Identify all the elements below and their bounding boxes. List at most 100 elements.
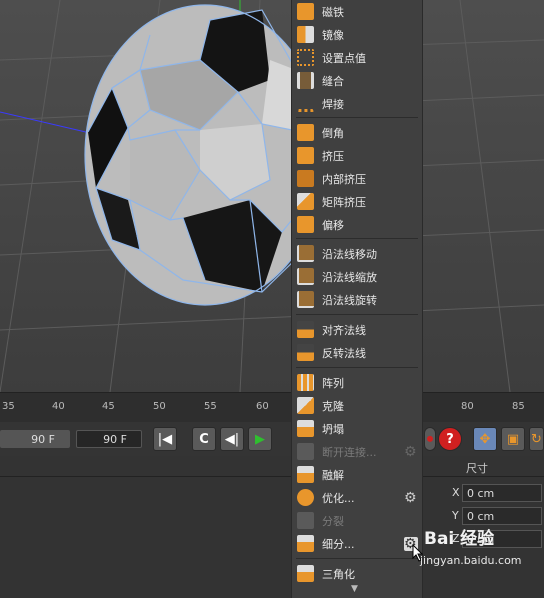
optimize-settings-gear-icon[interactable]: ⚙	[404, 491, 418, 505]
help-button[interactable]: ?	[438, 427, 462, 451]
clone-icon	[297, 397, 314, 414]
previous-key-button[interactable]: ◀|	[220, 427, 244, 451]
normal-scale-icon	[297, 268, 314, 285]
animation-toolbar: 90 F 90 F |◀ C ◀| ▶ ⏺ ? ✥ ▣ ↻	[0, 422, 544, 457]
rotate-tool-button[interactable]: ↻	[529, 427, 544, 451]
menu-item-label: 磁铁	[322, 6, 344, 19]
size-y-field[interactable]: 0 cm	[462, 507, 542, 525]
menu-item-bevel[interactable]: 倒角	[292, 121, 422, 144]
menu-separator	[296, 314, 418, 315]
collapse-icon	[297, 420, 314, 437]
menu-item-normal-rotate[interactable]: 沿法线旋转	[292, 288, 422, 311]
menu-item-set-point-value[interactable]: 设置点值	[292, 46, 422, 69]
loop-button[interactable]: C	[192, 427, 216, 451]
offset-icon	[297, 216, 314, 233]
menu-item-array[interactable]: 阵列	[292, 371, 422, 394]
menu-item-label: 偏移	[322, 219, 344, 232]
menu-item-extrude[interactable]: 挤压	[292, 144, 422, 167]
matrix-extrude-icon	[297, 193, 314, 210]
menu-item-matrix-extrude[interactable]: 矩阵挤压	[292, 190, 422, 213]
menu-item-offset[interactable]: 偏移	[292, 213, 422, 236]
menu-item-label: 优化...	[322, 492, 355, 505]
split-icon	[297, 512, 314, 529]
menu-item-extrude-inner[interactable]: 内部挤压	[292, 167, 422, 190]
triangulate-icon	[297, 565, 314, 582]
menu-separator	[296, 117, 418, 118]
stitch-icon	[297, 72, 314, 89]
end-frame-field-a[interactable]: 90 F	[0, 430, 70, 448]
menu-item-label: 坍塌	[322, 423, 344, 436]
array-icon	[297, 374, 314, 391]
menu-item-label: 三角化	[322, 568, 355, 581]
menu-item-disconnect[interactable]: 断开连接...	[292, 440, 422, 463]
normal-move-icon	[297, 245, 314, 262]
ruler-tick: 85	[512, 401, 525, 412]
ruler-tick: 50	[153, 401, 166, 412]
menu-item-label: 反转法线	[322, 347, 366, 360]
menu-item-reverse-normals[interactable]: 反转法线	[292, 341, 422, 364]
menu-item-label: 缝合	[322, 75, 344, 88]
ruler-tick: 55	[204, 401, 217, 412]
extrude-icon	[297, 147, 314, 164]
menu-item-mirror[interactable]: 镜像	[292, 23, 422, 46]
record-button[interactable]: ⏺	[424, 427, 436, 451]
menu-item-label: 对齐法线	[322, 324, 366, 337]
ruler-tick: 60	[256, 401, 269, 412]
menu-item-triangulate[interactable]: 三角化	[292, 562, 422, 585]
menu-item-weld[interactable]: 焊接	[292, 92, 422, 115]
menu-item-magnet[interactable]: 磁铁	[292, 0, 422, 23]
subdivide-icon	[297, 535, 314, 552]
go-to-start-button[interactable]: |◀	[153, 427, 177, 451]
menu-item-label: 细分...	[322, 538, 355, 551]
move-tool-button[interactable]: ✥	[473, 427, 497, 451]
menu-item-label: 阵列	[322, 377, 344, 390]
menu-item-label: 分裂	[322, 515, 344, 528]
mirror-icon	[297, 26, 314, 43]
divider	[0, 476, 544, 477]
menu-item-melt[interactable]: 融解	[292, 463, 422, 486]
menu-item-label: 倒角	[322, 127, 344, 140]
scroll-down-arrow-icon[interactable]: ▼	[351, 584, 358, 594]
menu-item-normal-move[interactable]: 沿法线移动	[292, 242, 422, 265]
ruler-tick: 40	[52, 401, 65, 412]
menu-item-label: 设置点值	[322, 52, 366, 65]
menu-item-optimize[interactable]: 优化...	[292, 486, 422, 509]
menu-item-label: 断开连接...	[322, 446, 377, 459]
baidu-watermark-logo: Bai 经验	[424, 529, 495, 549]
scale-tool-button[interactable]: ▣	[501, 427, 525, 451]
menu-item-subdivide[interactable]: 细分...	[292, 532, 422, 555]
size-header: 尺寸	[466, 462, 488, 475]
menu-item-label: 融解	[322, 469, 344, 482]
viewport-scene	[0, 0, 544, 392]
menu-item-label: 镜像	[322, 29, 344, 42]
menu-item-label: 矩阵挤压	[322, 196, 366, 209]
set-point-value-icon	[297, 49, 314, 66]
disconnect-icon	[297, 443, 314, 460]
menu-item-label: 沿法线移动	[322, 248, 377, 261]
menu-separator	[296, 558, 418, 559]
size-x-field[interactable]: 0 cm	[462, 484, 542, 502]
ruler-tick: 35	[2, 401, 15, 412]
x-axis-label: X	[452, 486, 460, 499]
normal-rotate-icon	[297, 291, 314, 308]
magnet-icon	[297, 3, 314, 20]
menu-item-clone[interactable]: 克隆	[292, 394, 422, 417]
menu-item-collapse[interactable]: 坍塌	[292, 417, 422, 440]
menu-item-label: 沿法线旋转	[322, 294, 377, 307]
menu-item-stitch[interactable]: 缝合	[292, 69, 422, 92]
y-axis-label: Y	[452, 509, 459, 522]
sphere-object[interactable]	[84, 4, 326, 306]
ruler-tick: 80	[461, 401, 474, 412]
menu-item-label: 焊接	[322, 98, 344, 111]
play-button[interactable]: ▶	[248, 427, 272, 451]
menu-item-split[interactable]: 分裂	[292, 509, 422, 532]
3d-viewport[interactable]	[0, 0, 544, 392]
end-frame-field-b[interactable]: 90 F	[76, 430, 142, 448]
timeline-ruler[interactable]: 35 40 45 50 55 60 80 85	[0, 392, 544, 423]
menu-item-label: 内部挤压	[322, 173, 366, 186]
menu-item-normal-scale[interactable]: 沿法线缩放	[292, 265, 422, 288]
menu-item-label: 克隆	[322, 400, 344, 413]
menu-item-align-normals[interactable]: 对齐法线	[292, 318, 422, 341]
menu-separator	[296, 367, 418, 368]
disconnect-settings-gear-icon[interactable]: ⚙	[404, 445, 418, 459]
